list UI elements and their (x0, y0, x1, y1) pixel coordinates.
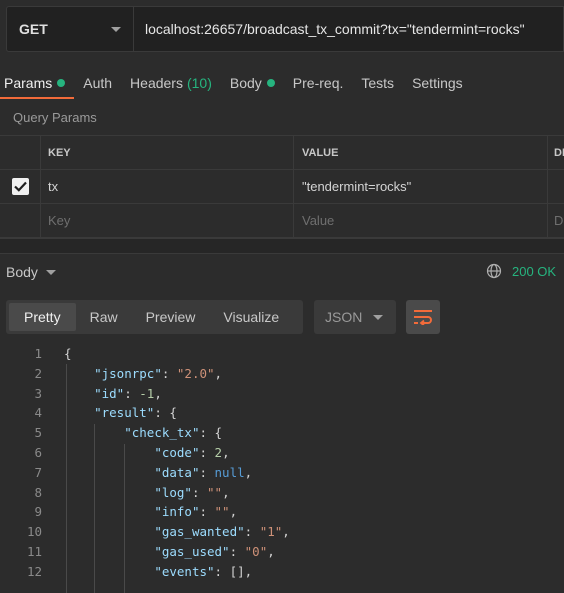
line-number: 2 (34, 365, 42, 381)
pane-divider[interactable] (0, 238, 564, 254)
code-line: 6 "code": 2, (0, 443, 564, 463)
tab-body[interactable]: Body (221, 66, 284, 100)
request-tabs: Params Auth Headers (10) Body Pre-req. T… (0, 66, 472, 100)
code-line: 7 "data": null, (0, 463, 564, 483)
response-view-tabs: Pretty Raw Preview Visualize (6, 300, 303, 334)
response-body-selector[interactable]: Body (6, 264, 56, 280)
line-number: 4 (34, 405, 42, 421)
new-key-input[interactable]: Key (41, 204, 294, 237)
param-value-field[interactable]: "tendermint=rocks" (294, 170, 548, 203)
column-header-description: DE (554, 146, 564, 159)
tab-label: Settings (412, 75, 463, 91)
tab-auth[interactable]: Auth (74, 66, 121, 100)
line-number: 3 (34, 385, 42, 401)
response-body-label: Body (6, 264, 38, 280)
column-header-value: VALUE (294, 136, 548, 169)
format-select[interactable]: JSON (314, 300, 396, 334)
format-label: JSON (325, 309, 363, 325)
line-number: 1 (34, 346, 42, 361)
code-line: 3 "id": -1, (0, 384, 564, 404)
status-code[interactable]: 200 OK (512, 264, 556, 279)
line-number: 11 (26, 543, 42, 559)
tab-label: Pre-req. (292, 75, 344, 91)
chevron-down-icon (45, 269, 56, 275)
tab-tests[interactable]: Tests (352, 66, 403, 100)
code-line: 10 "gas_wanted": "1", (0, 522, 564, 542)
response-status: 200 OK (486, 263, 556, 279)
request-bar: GET localhost:26657/broadcast_tx_commit?… (6, 6, 564, 52)
tab-params[interactable]: Params (0, 66, 75, 100)
code-line: 4 "result": { (0, 403, 564, 423)
code-text: "gas_used": "0", (154, 543, 275, 559)
line-number: 9 (34, 504, 42, 520)
line-number: 10 (26, 524, 42, 540)
code-text: "code": 2, (154, 444, 230, 460)
response-json-viewer[interactable]: 1{2 "jsonrpc": "2.0", 3 "id": -1, 4 "resul… (0, 344, 564, 582)
code-line: 5 "check_tx": { (0, 423, 564, 443)
tab-label: Headers (130, 75, 183, 91)
code-line: 1{ (0, 344, 564, 364)
code-text: "gas_wanted": "1", (154, 524, 290, 540)
code-text: { (64, 346, 72, 361)
table-row-new: Key Value D (0, 204, 564, 238)
params-table: KEY VALUE DE tx "tendermint=rocks" Key V… (0, 135, 564, 238)
table-header: KEY VALUE DE (0, 136, 564, 170)
line-number: 7 (34, 464, 42, 480)
code-line: 12 "events": [], (0, 562, 564, 582)
view-tab-preview[interactable]: Preview (132, 303, 210, 331)
check-icon (13, 181, 27, 192)
query-params-title: Query Params (13, 110, 97, 125)
wrap-lines-icon (414, 310, 432, 325)
headers-count: (10) (186, 75, 212, 91)
new-value-input[interactable]: Value (294, 204, 548, 237)
view-tab-raw[interactable]: Raw (76, 303, 132, 331)
code-text: "events": [], (154, 563, 253, 579)
tab-settings[interactable]: Settings (403, 66, 472, 100)
code-text: "info": "", (154, 504, 238, 520)
line-number: 5 (34, 425, 42, 441)
param-description-field[interactable] (548, 170, 564, 203)
row-checkbox-cell (0, 170, 41, 203)
wrap-lines-button[interactable] (406, 300, 440, 334)
code-text: "result": { (94, 405, 177, 421)
tab-pre-request[interactable]: Pre-req. (284, 66, 353, 100)
line-number: 6 (34, 444, 42, 460)
url-input[interactable]: localhost:26657/broadcast_tx_commit?tx="… (134, 7, 563, 51)
code-line: 9 "info": "", (0, 502, 564, 522)
view-tab-pretty[interactable]: Pretty (9, 303, 76, 331)
code-text: "log": "", (154, 484, 230, 500)
tab-label: Body (229, 75, 262, 91)
globe-icon[interactable] (486, 263, 502, 279)
chevron-down-icon (111, 26, 121, 32)
method-label: GET (19, 21, 48, 37)
tab-label: Params (4, 75, 53, 91)
column-header-key: KEY (41, 136, 294, 169)
header-spacer (0, 136, 41, 169)
new-description-input[interactable]: D (548, 204, 564, 237)
modified-dot-icon (266, 79, 275, 87)
code-line: 2 "jsonrpc": "2.0", (0, 364, 564, 384)
chevron-down-icon (373, 314, 383, 320)
code-line: 8 "log": "", (0, 483, 564, 503)
tab-headers[interactable]: Headers (10) (121, 66, 221, 100)
tab-label: Auth (83, 75, 113, 91)
enabled-checkbox[interactable] (11, 178, 29, 195)
code-text: "check_tx": { (124, 425, 223, 441)
table-row: tx "tendermint=rocks" (0, 170, 564, 204)
code-text: "data": null, (154, 464, 253, 480)
row-spacer (0, 204, 41, 237)
code-text: "jsonrpc": "2.0", (94, 365, 223, 381)
code-line: 11 "gas_used": "0", (0, 542, 564, 562)
view-tab-visualize[interactable]: Visualize (209, 303, 293, 331)
line-number: 8 (34, 484, 42, 500)
method-select[interactable]: GET (7, 7, 134, 51)
code-text: "id": -1, (94, 385, 162, 401)
tab-label: Tests (361, 75, 395, 91)
param-key-field[interactable]: tx (41, 170, 294, 203)
line-number: 12 (26, 563, 42, 579)
modified-dot-icon (57, 79, 66, 87)
